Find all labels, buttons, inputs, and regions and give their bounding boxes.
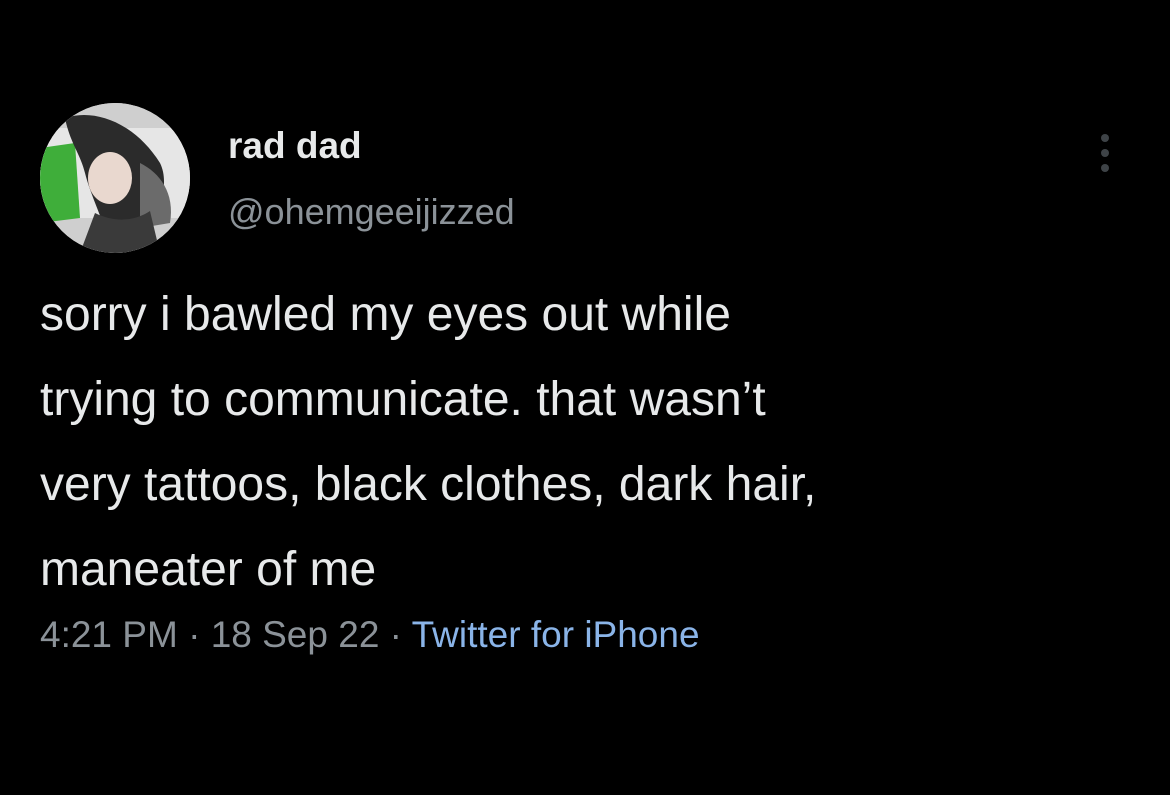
meta-separator: · — [177, 614, 211, 655]
tweet-text: sorry i bawled my eyes out while trying … — [40, 288, 817, 596]
tweet-card: rad dad @ohemgeeijizzed sorry i bawled m… — [0, 0, 1170, 795]
meta-separator: · — [379, 614, 412, 655]
avatar-image — [40, 103, 190, 253]
display-name[interactable]: rad dad — [228, 124, 362, 168]
more-options-button[interactable] — [1090, 128, 1120, 178]
user-handle[interactable]: @ohemgeeijizzed — [228, 190, 515, 234]
tweet-source-link[interactable]: Twitter for iPhone — [412, 614, 700, 655]
tweet-metadata: 4:21 PM · 18 Sep 22 · Twitter for iPhone — [40, 610, 700, 660]
tweet-time[interactable]: 4:21 PM — [40, 614, 178, 655]
avatar[interactable] — [40, 103, 190, 253]
tweet-date[interactable]: 18 Sep 22 — [211, 614, 380, 655]
